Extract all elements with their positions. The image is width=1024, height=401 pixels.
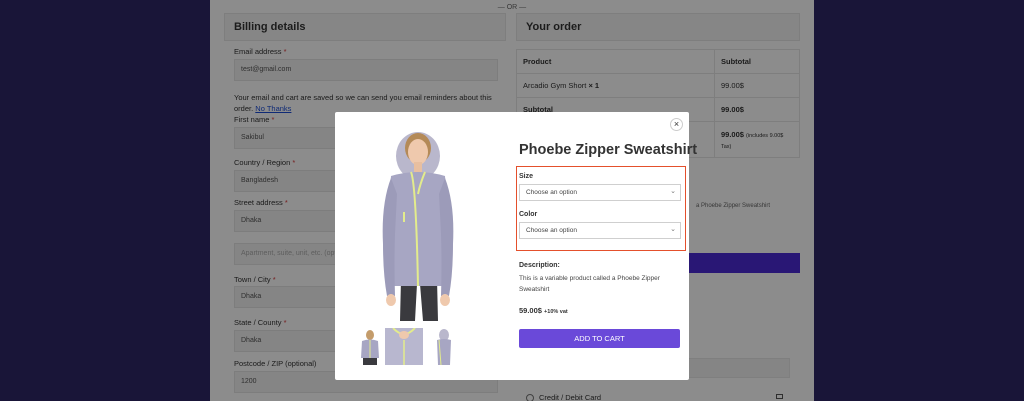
product-title: Phoebe Zipper Sweatshirt <box>519 142 698 158</box>
description-label: Description: <box>519 262 560 269</box>
color-select-value: Choose an option <box>526 227 577 234</box>
close-button[interactable]: × <box>670 118 683 131</box>
product-main-image <box>353 124 483 321</box>
product-price: 59.00$ +10% vat <box>519 306 568 315</box>
quick-view-modal: × Phoebe Zipper Sweatshirt Size Choose a… <box>335 112 697 380</box>
thumbnail-2[interactable] <box>385 328 423 365</box>
add-to-cart-button[interactable]: ADD TO CART <box>519 329 680 348</box>
size-select[interactable]: Choose an option ⌄ <box>519 184 681 201</box>
size-label: Size <box>519 173 534 180</box>
color-label: Color <box>519 211 538 218</box>
size-select-value: Choose an option <box>526 189 577 196</box>
thumbnail-1[interactable] <box>351 328 389 365</box>
description-text: This is a variable product called a Phoe… <box>519 275 660 293</box>
thumbnail-3[interactable] <box>425 328 463 365</box>
color-select[interactable]: Choose an option ⌄ <box>519 222 681 239</box>
chevron-down-icon: ⌄ <box>670 188 676 195</box>
chevron-down-icon: ⌄ <box>670 226 676 233</box>
